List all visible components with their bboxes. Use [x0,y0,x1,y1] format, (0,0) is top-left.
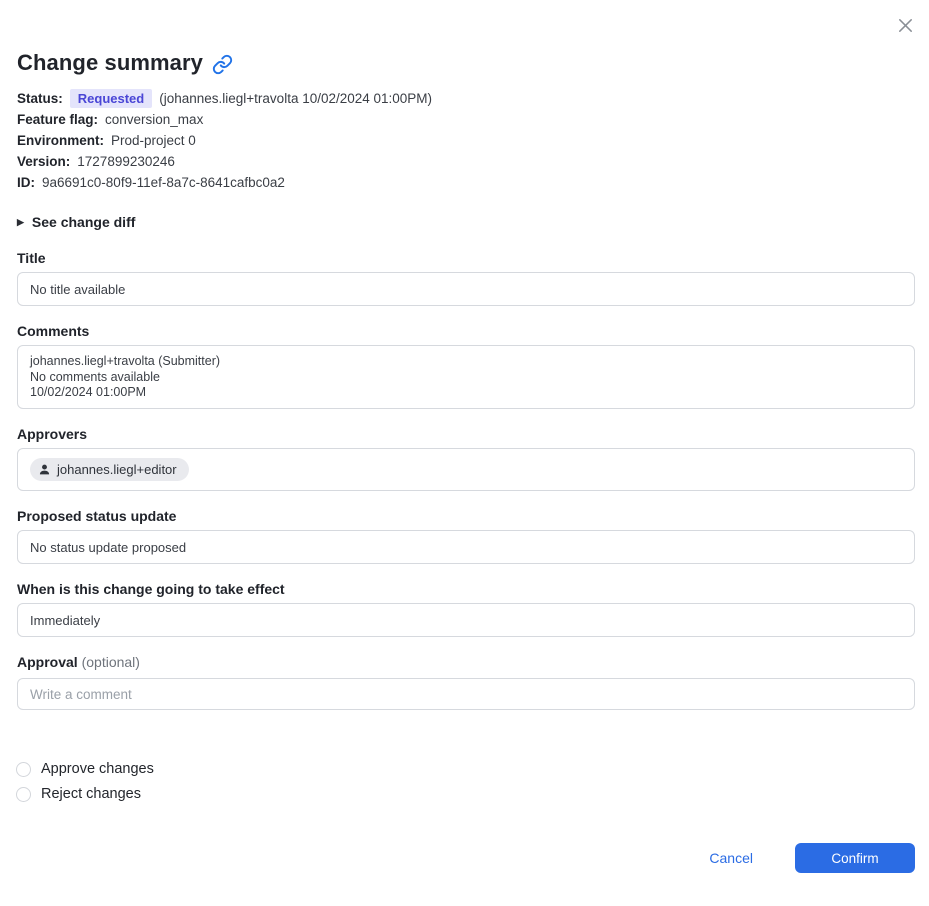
environment-value: Prod-project 0 [111,132,196,148]
approval-label-text: Approval [17,654,78,670]
dialog-title-text: Change summary [17,50,204,75]
comment-line: No comments available [30,369,160,384]
status-row: Status: Requested (johannes.liegl+travol… [17,88,915,108]
id-row: ID: 9a6691c0-80f9-11ef-8a7c-8641cafbc0a2 [17,173,915,191]
comment-line: 10/02/2024 01:00PM [30,385,147,399]
feature-flag-value: conversion_max [105,111,204,127]
approval-optional-text: (optional) [81,654,140,670]
approvers-section-label: Approvers [17,426,88,442]
environment-row: Environment: Prod-project 0 [17,131,915,149]
title-box: No title available [17,272,915,306]
id-label: ID: [17,174,35,190]
status-badge: Requested [69,88,153,108]
see-change-diff-toggle[interactable]: ▶ See change diff [17,214,135,230]
comments-box: johannes.liegl+travolta (Submitter) No c… [17,345,915,409]
close-icon [896,16,915,35]
approve-changes-option[interactable]: Approve changes [16,761,154,777]
dialog-footer: Cancel Confirm [709,843,915,873]
id-value: 9a6691c0-80f9-11ef-8a7c-8641cafbc0a2 [42,174,285,190]
approval-section-label: Approval (optional) [17,654,140,670]
approver-chip-label: johannes.liegl+editor [57,462,177,477]
reject-changes-option[interactable]: Reject changes [16,786,141,802]
cancel-button[interactable]: Cancel [709,850,753,866]
feature-flag-label: Feature flag: [17,111,99,127]
approver-chip[interactable]: johannes.liegl+editor [30,458,189,481]
comment-line: johannes.liegl+travolta (Submitter) [30,354,221,368]
approve-radio-label: Approve changes [41,761,154,777]
approve-radio[interactable] [16,761,31,777]
title-value: No title available [30,281,126,297]
title-section-label: Title [17,250,46,266]
status-detail: (johannes.liegl+travolta 10/02/2024 01:0… [159,90,433,106]
approvers-box: johannes.liegl+editor [17,448,915,491]
version-row: Version: 1727899230246 [17,152,915,170]
chevron-right-icon: ▶ [17,216,24,227]
close-button[interactable] [894,14,916,36]
reject-radio-label: Reject changes [41,786,141,802]
see-change-diff-label: See change diff [31,214,136,230]
status-update-section-label: Proposed status update [17,508,177,524]
version-label: Version: [17,153,71,169]
status-label: Status: [17,90,63,106]
page-title: Change summary [17,50,233,76]
effect-box: Immediately [17,603,915,637]
effect-value: Immediately [30,612,101,628]
approval-comment-input[interactable] [17,678,915,710]
environment-label: Environment: [17,132,105,148]
link-icon[interactable] [212,54,233,75]
change-summary-dialog: Change summary Status: Requested (johann… [0,0,929,906]
confirm-button[interactable]: Confirm [795,843,915,873]
person-icon [38,463,51,476]
reject-radio[interactable] [16,786,31,802]
comments-section-label: Comments [17,323,90,339]
feature-flag-row: Feature flag: conversion_max [17,110,915,128]
version-value: 1727899230246 [77,153,175,169]
effect-section-label: When is this change going to take effect [17,581,285,597]
status-update-box: No status update proposed [17,530,915,564]
status-update-value: No status update proposed [30,539,187,555]
